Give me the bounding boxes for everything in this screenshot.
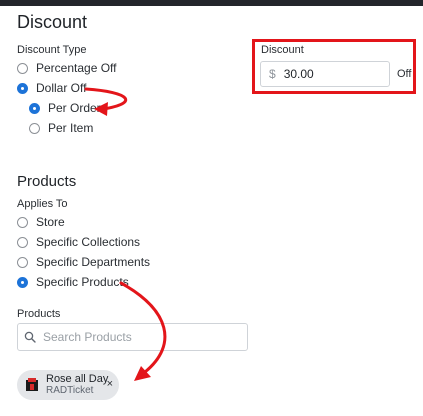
radio-label: Per Order [48, 101, 101, 115]
radio-label: Percentage Off [36, 61, 117, 75]
product-name: Rose all Day [46, 373, 109, 385]
radio-button-selected[interactable] [17, 276, 28, 288]
radio-specific-collections[interactable]: Specific Collections [17, 234, 140, 250]
applies-to-label: Applies To [17, 198, 68, 210]
radio-button[interactable] [17, 256, 28, 268]
product-vendor: RADTicket [46, 385, 94, 396]
radio-button[interactable] [17, 216, 28, 228]
top-bar [0, 0, 423, 6]
radio-label: Store [36, 215, 65, 229]
radio-button-selected[interactable] [17, 82, 28, 94]
discount-heading: Discount [17, 12, 88, 32]
radio-store[interactable]: Store [17, 214, 65, 230]
radio-per-order[interactable]: Per Order [29, 100, 101, 116]
radio-label: Specific Departments [36, 255, 151, 269]
radio-specific-departments[interactable]: Specific Departments [17, 254, 150, 270]
selected-product-chip[interactable]: Rose all Day RADTicket × [17, 370, 119, 400]
products-heading: Products [17, 173, 77, 190]
radio-dollar-off[interactable]: Dollar Off [17, 80, 86, 96]
radio-percentage-off[interactable]: Percentage Off [17, 60, 117, 76]
discount-type-label: Discount Type [17, 44, 87, 56]
radio-button-selected[interactable] [29, 102, 40, 114]
search-products-input[interactable]: Search Products [17, 323, 248, 351]
close-icon[interactable]: × [107, 378, 113, 390]
radio-label: Per Item [48, 121, 94, 135]
search-placeholder: Search Products [43, 330, 132, 344]
radio-specific-products[interactable]: Specific Products [17, 274, 129, 290]
radio-button[interactable] [29, 122, 40, 134]
annotation-highlight-box [252, 39, 416, 94]
radio-button[interactable] [17, 236, 28, 248]
annotation-arrowhead-specific-products [134, 366, 151, 381]
products-field-label: Products [17, 308, 61, 320]
product-thumbnail-icon [24, 377, 40, 393]
radio-per-item[interactable]: Per Item [29, 120, 93, 136]
radio-label: Specific Collections [36, 235, 141, 249]
search-icon [24, 331, 36, 343]
radio-label: Dollar Off [36, 81, 87, 95]
radio-button[interactable] [17, 62, 28, 74]
radio-label: Specific Products [36, 275, 129, 289]
